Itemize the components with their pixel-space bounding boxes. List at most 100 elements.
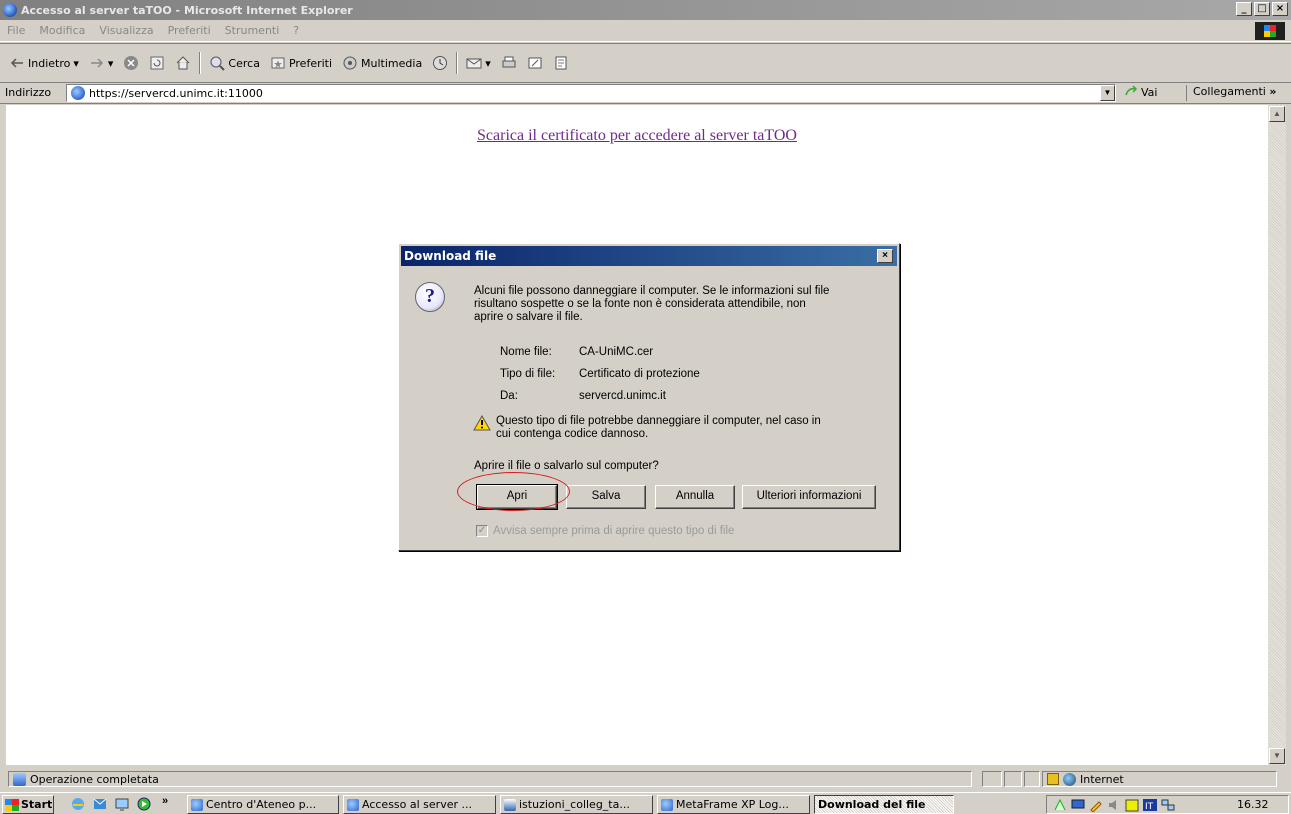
display-tray-icon[interactable] bbox=[1071, 798, 1085, 812]
mail-dropdown-icon[interactable]: ▾ bbox=[485, 57, 491, 70]
search-label: Cerca bbox=[228, 56, 260, 70]
highlight-circle-annotation bbox=[457, 472, 570, 511]
done-page-icon bbox=[13, 772, 26, 786]
address-label: Indirizzo bbox=[5, 86, 52, 99]
maximize-button[interactable]: □ bbox=[1254, 2, 1270, 16]
discuss-button[interactable] bbox=[548, 55, 574, 71]
back-dropdown-icon[interactable]: ▾ bbox=[73, 57, 79, 70]
print-button[interactable] bbox=[496, 55, 522, 71]
taskbar-item[interactable]: MetaFrame XP Log... bbox=[657, 795, 810, 814]
back-label: Indietro bbox=[28, 56, 71, 70]
internet-zone-icon bbox=[1063, 772, 1076, 786]
warning-text: Questo tipo di file potrebbe danneggiare… bbox=[496, 415, 821, 441]
ie-quicklaunch-icon[interactable] bbox=[70, 796, 86, 812]
certificate-download-link[interactable]: Scarica il certificato per accedere al s… bbox=[477, 127, 797, 144]
back-arrow-icon bbox=[10, 58, 23, 68]
file-name-label: Nome file: bbox=[500, 346, 552, 358]
print-icon bbox=[502, 56, 516, 68]
always-ask-checkbox[interactable]: ✓ bbox=[476, 525, 488, 537]
ie-icon[interactable] bbox=[3, 3, 17, 17]
go-button[interactable]: Vai bbox=[1124, 85, 1157, 99]
save-button[interactable]: Salva bbox=[566, 485, 646, 509]
zone-label: Internet bbox=[1080, 772, 1124, 786]
dialog-question: Aprire il file o salvarlo sul computer? bbox=[474, 460, 659, 472]
status-panel bbox=[1024, 771, 1040, 787]
refresh-button[interactable] bbox=[144, 55, 170, 71]
ie-icon bbox=[347, 798, 359, 811]
taskbar-item-label: istuzioni_colleg_ta... bbox=[519, 798, 630, 811]
media-player-quicklaunch-icon[interactable] bbox=[136, 796, 152, 812]
certificate-download-link-row: Scarica il certificato per accedere al s… bbox=[6, 127, 1268, 145]
start-label: Start bbox=[21, 798, 53, 811]
media-button[interactable]: Multimedia bbox=[337, 55, 427, 71]
back-button[interactable]: Indietro ▾ bbox=[4, 55, 84, 71]
address-input[interactable]: https://servercd.unimc.it:11000 bbox=[66, 84, 1116, 102]
menu-tools[interactable]: Strumenti bbox=[218, 24, 287, 37]
mail-icon bbox=[466, 58, 482, 69]
taskbar-item[interactable]: istuzioni_colleg_ta... bbox=[500, 795, 653, 814]
links-button[interactable]: Collegamenti » bbox=[1186, 85, 1276, 101]
dialog-message: Alcuni file possono danneggiare il compu… bbox=[474, 285, 829, 324]
vertical-scrollbar[interactable]: ▲ ▼ bbox=[1268, 105, 1286, 765]
taskbar-item[interactable]: Accesso al server ... bbox=[343, 795, 496, 814]
more-info-button[interactable]: Ulteriori informazioni bbox=[742, 485, 876, 509]
close-button[interactable]: × bbox=[1272, 2, 1288, 16]
title-bar: Accesso al server taTOO - Microsoft Inte… bbox=[0, 0, 1291, 20]
cancel-button[interactable]: Annulla bbox=[655, 485, 735, 509]
file-type-value: Certificato di protezione bbox=[579, 368, 700, 380]
address-url[interactable]: https://servercd.unimc.it:11000 bbox=[89, 87, 263, 100]
home-button[interactable] bbox=[170, 55, 196, 71]
discuss-icon bbox=[555, 56, 567, 70]
search-button[interactable]: Cerca bbox=[204, 55, 265, 71]
taskbar-item-active[interactable]: Download del file bbox=[814, 795, 954, 814]
menu-file[interactable]: File bbox=[0, 24, 32, 37]
calendar-tray-icon[interactable] bbox=[1125, 798, 1139, 812]
stop-button[interactable] bbox=[118, 55, 144, 71]
start-button[interactable]: Start bbox=[2, 795, 54, 814]
desktop-quicklaunch-icon[interactable] bbox=[114, 796, 130, 812]
dialog-title: Download file bbox=[404, 249, 497, 263]
media-label: Multimedia bbox=[361, 56, 423, 70]
stop-icon bbox=[124, 56, 139, 70]
connection-tray-icon[interactable] bbox=[1161, 798, 1175, 812]
edit-button[interactable] bbox=[522, 55, 548, 71]
search-icon bbox=[210, 56, 226, 71]
quicklaunch-overflow-icon[interactable]: » bbox=[162, 795, 168, 807]
clock[interactable]: 16.32 bbox=[1237, 798, 1269, 811]
menu-view[interactable]: Visualizza bbox=[92, 24, 160, 37]
favorites-button[interactable]: Preferiti bbox=[265, 55, 337, 71]
dialog-message-line: risultano sospette o se la fonte non è c… bbox=[474, 298, 806, 310]
home-icon bbox=[177, 56, 190, 70]
links-label: Collegamenti bbox=[1193, 85, 1266, 98]
address-dropdown-icon[interactable]: ▼ bbox=[1100, 85, 1115, 101]
pen-tray-icon[interactable] bbox=[1089, 798, 1103, 812]
warning-line: cui contenga codice dannoso. bbox=[496, 428, 649, 440]
forward-button[interactable]: ▾ bbox=[84, 55, 119, 71]
go-label: Vai bbox=[1141, 85, 1158, 99]
history-icon bbox=[433, 56, 448, 70]
toolbar-separator bbox=[456, 52, 459, 74]
favorites-icon bbox=[271, 57, 285, 69]
language-tray-icon[interactable]: IT bbox=[1143, 798, 1157, 812]
svg-text:IT: IT bbox=[1145, 802, 1154, 812]
scroll-up-icon[interactable]: ▲ bbox=[1269, 106, 1285, 122]
dialog-close-button[interactable]: × bbox=[877, 249, 893, 263]
forward-dropdown-icon[interactable]: ▾ bbox=[108, 57, 114, 70]
minimize-button[interactable]: _ bbox=[1236, 2, 1252, 16]
taskbar-item[interactable]: Centro d'Ateneo p... bbox=[187, 795, 339, 814]
volume-tray-icon[interactable] bbox=[1107, 798, 1121, 812]
lock-icon[interactable] bbox=[1047, 773, 1059, 785]
scroll-down-icon[interactable]: ▼ bbox=[1269, 748, 1285, 764]
network-tray-icon[interactable] bbox=[1053, 798, 1067, 812]
mail-button[interactable]: ▾ bbox=[461, 55, 496, 71]
history-button[interactable] bbox=[427, 55, 453, 71]
download-dialog: Download file × ? Alcuni file possono da… bbox=[398, 243, 900, 551]
chevron-right-icon[interactable]: » bbox=[1269, 85, 1276, 98]
windows-flag-icon bbox=[5, 798, 19, 811]
menu-edit[interactable]: Modifica bbox=[32, 24, 92, 37]
outlook-quicklaunch-icon[interactable] bbox=[92, 796, 108, 812]
status-panel bbox=[1004, 771, 1022, 787]
menu-help[interactable]: ? bbox=[286, 24, 306, 37]
menu-favorites[interactable]: Preferiti bbox=[161, 24, 218, 37]
go-arrow-icon bbox=[1125, 85, 1138, 96]
